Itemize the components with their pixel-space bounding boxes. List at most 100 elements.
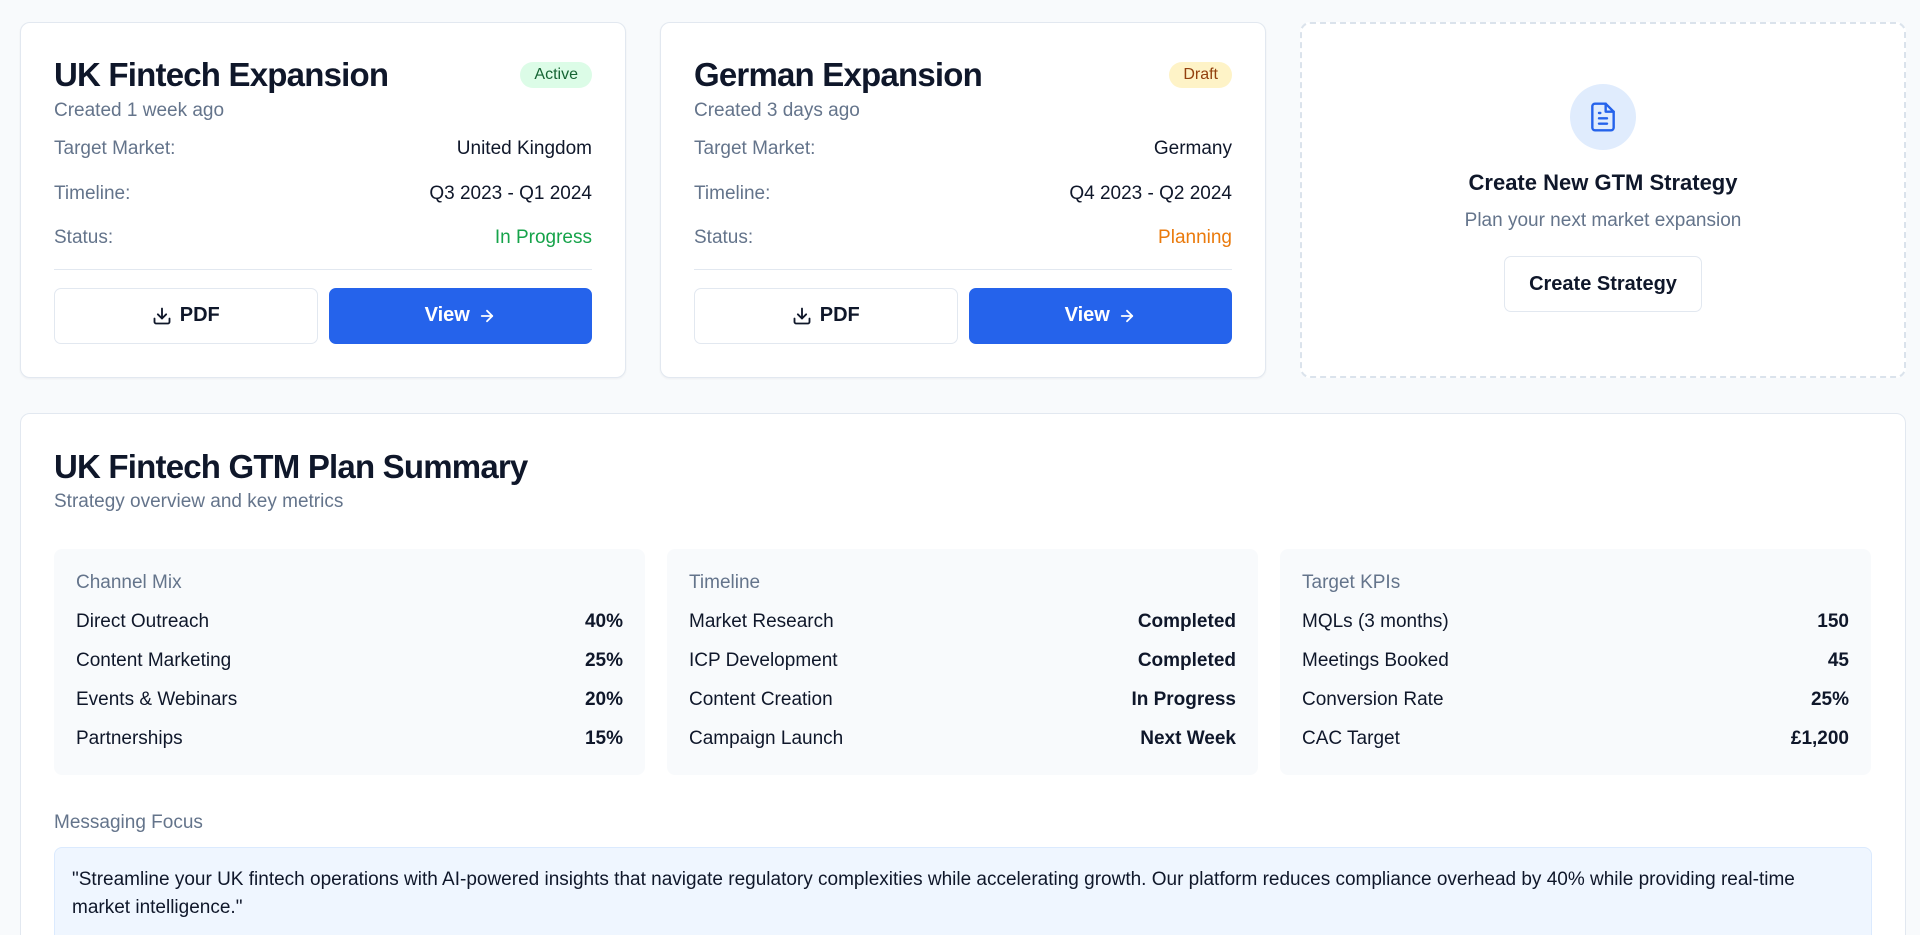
strategy-info: Target Market: United Kingdom Timeline: … xyxy=(54,137,592,271)
metric-grid: Channel Mix Direct Outreach 40% Content M… xyxy=(54,549,1872,775)
metric-label: Direct Outreach xyxy=(76,611,210,632)
metric-label: Conversion Rate xyxy=(1302,689,1444,710)
metric-value: 25% xyxy=(584,650,623,671)
create-strategy-card[interactable]: Create New GTM Strategy Plan your next m… xyxy=(1300,22,1906,378)
status-label: Status: xyxy=(694,227,754,248)
card-header: German Expansion Draft xyxy=(694,55,1232,95)
metric-value: £1,200 xyxy=(1790,728,1849,749)
divider xyxy=(694,268,1232,270)
metric-label: Campaign Launch xyxy=(689,728,844,749)
target-market-row: Target Market: United Kingdom xyxy=(54,137,592,182)
channel-mix-box: Channel Mix Direct Outreach 40% Content M… xyxy=(54,549,645,775)
document-icon xyxy=(1570,84,1636,150)
pdf-download-button[interactable]: PDF xyxy=(54,287,318,344)
status-label: Status: xyxy=(54,227,114,248)
metric-label: Partnerships xyxy=(76,728,183,749)
timeline-label: Timeline: xyxy=(54,182,131,204)
messaging-focus-label: Messaging Focus xyxy=(54,812,203,833)
metric-label: Meetings Booked xyxy=(1302,650,1449,671)
metric-value: 25% xyxy=(1810,689,1849,710)
arrow-right-icon xyxy=(478,307,496,325)
status-badge: Active xyxy=(520,62,592,88)
metric-row: Direct Outreach 40% xyxy=(76,610,623,634)
gtm-plan-summary: UK Fintech GTM Plan Summary Strategy ove… xyxy=(20,413,1906,935)
pdf-label: PDF xyxy=(179,304,220,326)
metric-label: ICP Development xyxy=(689,650,838,671)
create-strategy-title: Create New GTM Strategy xyxy=(1468,170,1738,195)
download-icon xyxy=(152,306,172,326)
created-date: Created 3 days ago xyxy=(694,100,860,121)
metric-value: 15% xyxy=(584,728,623,749)
card-actions: PDF View xyxy=(694,287,1232,344)
target-kpis-box: Target KPIs MQLs (3 months) 150 Meetings … xyxy=(1280,549,1871,775)
strategy-card-uk: UK Fintech Expansion Active Created 1 we… xyxy=(20,22,626,378)
timeline-row: Timeline: Q4 2023 - Q2 2024 xyxy=(694,182,1232,227)
metric-value: Completed xyxy=(1137,611,1236,632)
metric-value: Next Week xyxy=(1140,728,1236,749)
metric-value: In Progress xyxy=(1131,689,1236,710)
pdf-download-button[interactable]: PDF xyxy=(694,287,958,344)
target-market-row: Target Market: Germany xyxy=(694,137,1232,182)
strategy-cards: UK Fintech Expansion Active Created 1 we… xyxy=(20,22,1906,378)
timeline-label: Timeline: xyxy=(694,182,771,204)
metric-label: MQLs (3 months) xyxy=(1302,611,1449,632)
metric-label: Content Marketing xyxy=(76,650,232,671)
target-market-value: Germany xyxy=(1153,138,1232,159)
metric-label: Content Creation xyxy=(689,689,833,710)
metric-row: Conversion Rate 25% xyxy=(1302,688,1849,712)
target-market-label: Target Market: xyxy=(694,138,816,159)
summary-title: UK Fintech GTM Plan Summary xyxy=(54,448,528,485)
metric-row: Content Marketing 25% xyxy=(76,649,623,673)
channel-mix-heading: Channel Mix xyxy=(76,572,182,593)
download-icon xyxy=(792,306,812,326)
create-strategy-subtitle: Plan your next market expansion xyxy=(1464,210,1742,231)
messaging-focus-box: "Streamline your UK fintech operations w… xyxy=(54,847,1872,935)
arrow-right-icon xyxy=(1118,307,1136,325)
metric-row: Campaign Launch Next Week xyxy=(689,727,1236,751)
metric-row: Meetings Booked 45 xyxy=(1302,649,1849,673)
status-badge: Draft xyxy=(1169,62,1232,88)
strategy-title: UK Fintech Expansion xyxy=(54,56,389,93)
metric-label: Events & Webinars xyxy=(76,689,238,710)
status-row: Status: In Progress xyxy=(54,226,592,271)
metric-label: CAC Target xyxy=(1302,728,1400,749)
timeline-value: Q4 2023 - Q2 2024 xyxy=(1069,182,1232,204)
card-actions: PDF View xyxy=(54,287,592,344)
metric-label: Market Research xyxy=(689,611,834,632)
timeline-box: Timeline Market Research Completed ICP De… xyxy=(667,549,1258,775)
metric-row: Content Creation In Progress xyxy=(689,688,1236,712)
metric-row: ICP Development Completed xyxy=(689,649,1236,673)
create-strategy-button[interactable]: Create Strategy xyxy=(1504,256,1702,312)
view-label: View xyxy=(424,304,470,326)
status-row: Status: Planning xyxy=(694,226,1232,271)
summary-subtitle: Strategy overview and key metrics xyxy=(54,491,344,512)
pdf-label: PDF xyxy=(819,304,860,326)
target-market-value: United Kingdom xyxy=(456,138,592,159)
metric-row: Partnerships 15% xyxy=(76,727,623,751)
status-value: Planning xyxy=(1158,227,1232,248)
metric-value: Completed xyxy=(1137,650,1236,671)
timeline-value: Q3 2023 - Q1 2024 xyxy=(429,182,592,204)
messaging-text: "Streamline your UK fintech operations w… xyxy=(72,869,1795,918)
target-kpis-heading: Target KPIs xyxy=(1302,572,1401,593)
metric-row: MQLs (3 months) 150 xyxy=(1302,610,1849,634)
target-market-label: Target Market: xyxy=(54,138,176,159)
card-header: UK Fintech Expansion Active xyxy=(54,55,592,95)
strategy-title: German Expansion xyxy=(694,56,983,93)
metric-row: CAC Target £1,200 xyxy=(1302,727,1849,751)
metric-value: 45 xyxy=(1827,650,1849,671)
view-button[interactable]: View xyxy=(968,287,1232,344)
view-label: View xyxy=(1064,304,1110,326)
status-value: In Progress xyxy=(494,227,592,248)
metric-value: 20% xyxy=(584,689,623,710)
view-button[interactable]: View xyxy=(328,287,592,344)
created-date: Created 1 week ago xyxy=(54,100,225,121)
metric-value: 40% xyxy=(584,611,623,632)
strategy-card-germany: German Expansion Draft Created 3 days ag… xyxy=(660,22,1266,378)
strategy-info: Target Market: Germany Timeline: Q4 2023… xyxy=(694,137,1232,271)
metric-row: Events & Webinars 20% xyxy=(76,688,623,712)
metric-value: 150 xyxy=(1817,611,1849,632)
timeline-row: Timeline: Q3 2023 - Q1 2024 xyxy=(54,182,592,227)
timeline-heading: Timeline xyxy=(689,572,761,593)
metric-row: Market Research Completed xyxy=(689,610,1236,634)
